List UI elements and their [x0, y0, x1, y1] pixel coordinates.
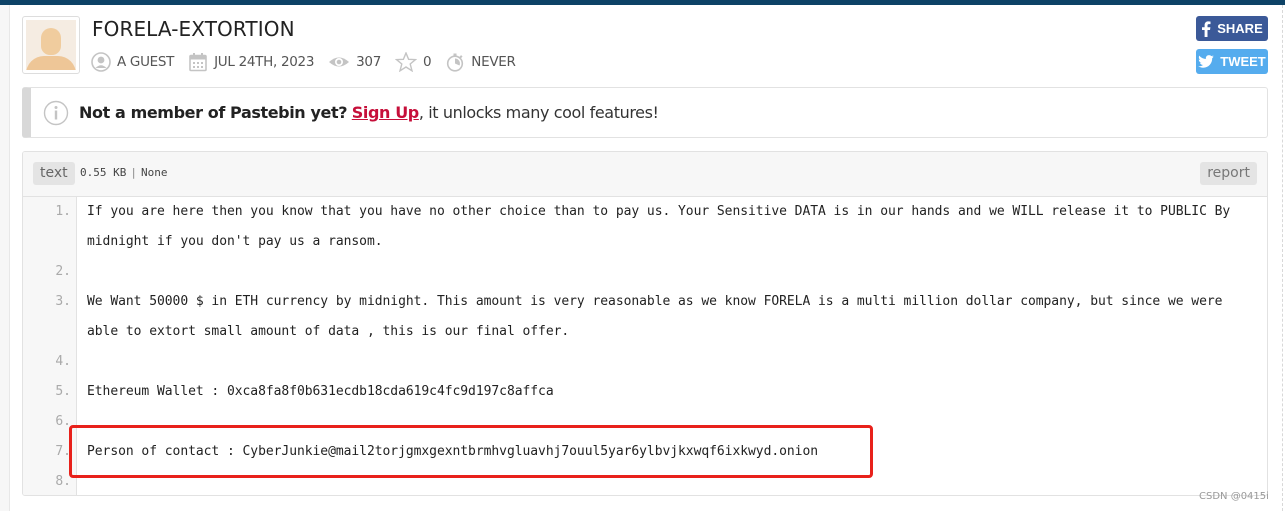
line-number: 6.	[55, 414, 71, 429]
line-number: 3.	[55, 294, 71, 309]
report-button[interactable]: report	[1200, 162, 1257, 185]
code-line: 2.	[23, 257, 1267, 287]
line-text: If you are here then you know that you h…	[87, 204, 1238, 249]
code-line: 7. Person of contact : CyberJunkie@mail2…	[23, 437, 1267, 467]
code-line: 3. We Want 50000 $ in ETH currency by mi…	[23, 287, 1267, 347]
code-line: 6.	[23, 407, 1267, 437]
default-avatar-icon	[26, 20, 76, 70]
star-count: 0	[423, 54, 432, 70]
line-text	[77, 407, 1257, 437]
signup-notice: Not a member of Pastebin yet? Sign Up, i…	[22, 87, 1268, 138]
signup-link[interactable]: Sign Up	[352, 103, 419, 122]
watermark: CSDN @0415i	[1199, 491, 1269, 502]
meta-views: 307	[328, 52, 381, 72]
line-text: Ethereum Wallet : 0xca8fa8f0b631ecdb18cd…	[87, 384, 554, 399]
line-text: We Want 50000 $ in ETH currency by midni…	[87, 294, 1231, 339]
line-text	[77, 347, 1257, 377]
notice-rest: , it unlocks many cool features!	[418, 103, 659, 122]
paste-category: None	[140, 166, 168, 179]
share-label: SHARE	[1217, 21, 1263, 36]
syntax-badge[interactable]: text	[33, 162, 75, 185]
twitter-tweet-button[interactable]: TWEET	[1196, 49, 1268, 74]
top-navigation-bar	[0, 0, 1285, 5]
line-number: 8.	[55, 474, 71, 489]
paste-toolbar: text 0.55 KB | None report	[23, 152, 1267, 197]
line-number: 7.	[55, 444, 71, 459]
facebook-share-button[interactable]: SHARE	[1196, 16, 1268, 41]
left-sidebar-edge	[0, 5, 10, 511]
tweet-label: TWEET	[1220, 54, 1266, 69]
twitter-icon	[1198, 55, 1215, 68]
facebook-icon	[1202, 20, 1211, 37]
line-text: Person of contact : CyberJunkie@mail2tor…	[87, 444, 819, 459]
expiration: NEVER	[471, 54, 516, 70]
star-icon[interactable]	[395, 52, 417, 72]
calendar-icon	[189, 53, 207, 72]
info-icon	[43, 100, 69, 125]
paste-container: text 0.55 KB | None report 1. If you are h…	[22, 151, 1268, 496]
line-number: 5.	[55, 384, 71, 399]
eye-icon	[329, 57, 350, 67]
meta-author: A GUEST	[91, 52, 174, 72]
code-line: 1. If you are here then you know that yo…	[23, 197, 1267, 257]
meta-expires: NEVER	[445, 52, 516, 72]
meta-stars: 0	[395, 52, 432, 72]
line-text	[77, 257, 1257, 287]
line-number: 4.	[55, 354, 71, 369]
view-count: 307	[356, 54, 381, 70]
stopwatch-icon	[447, 53, 464, 72]
line-text	[77, 467, 1257, 495]
paste-title: FORELA-EXTORTION	[92, 17, 295, 41]
notice-text: Not a member of Pastebin yet? Sign Up, i…	[79, 103, 659, 122]
meta-date: JUL 24TH, 2023	[188, 52, 314, 72]
author-avatar[interactable]	[22, 16, 80, 74]
info-separator: |	[130, 166, 137, 179]
line-number: 2.	[55, 264, 71, 279]
paste-info: 0.55 KB | None	[80, 166, 167, 179]
notice-question: Not a member of Pastebin yet?	[79, 103, 348, 122]
line-number: 1.	[55, 204, 71, 219]
paste-size: 0.55 KB	[80, 166, 127, 179]
paste-meta: A GUEST JUL 24TH, 2023 307 0 NEVER	[91, 50, 530, 74]
code-line: 5. Ethereum Wallet : 0xca8fa8f0b631ecdb1…	[23, 377, 1267, 407]
code-line: 8.	[23, 467, 1267, 495]
paste-date: JUL 24TH, 2023	[214, 54, 315, 70]
user-circle-icon	[91, 52, 111, 72]
author-name[interactable]: A GUEST	[117, 54, 174, 70]
code-line: 4.	[23, 347, 1267, 377]
code-area[interactable]: 1. If you are here then you know that yo…	[23, 197, 1267, 495]
